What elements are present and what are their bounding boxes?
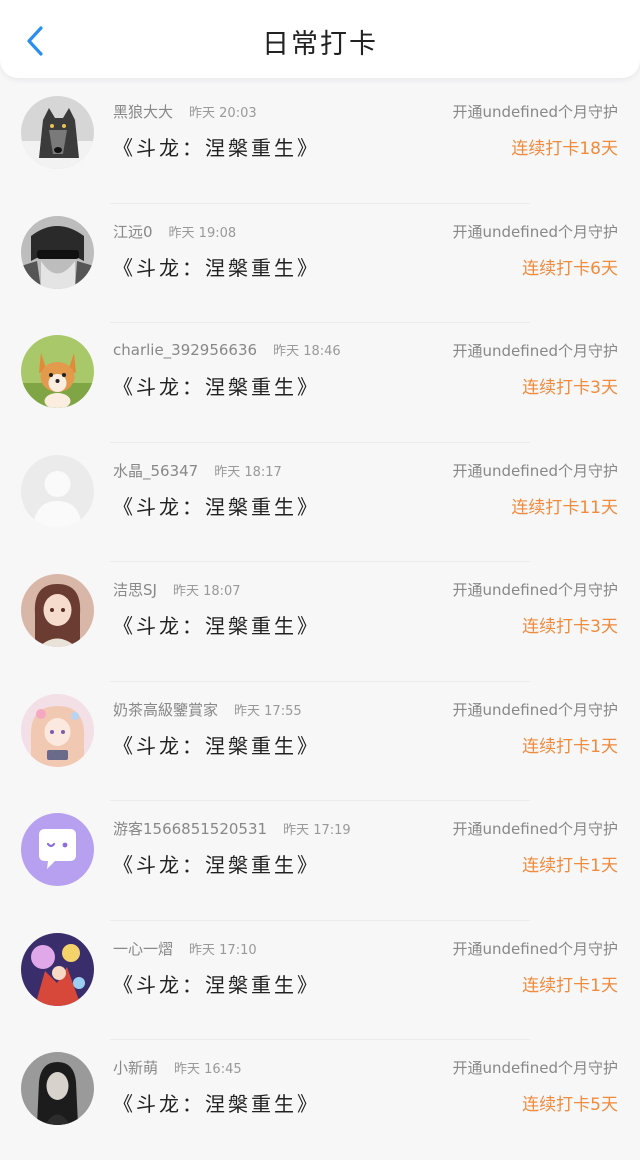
chat-bubble-avatar-icon bbox=[21, 813, 94, 886]
checkin-time: 昨天 18:17 bbox=[214, 464, 282, 480]
checkin-time: 昨天 20:03 bbox=[189, 106, 257, 121]
checkin-time: 昨天 17:55 bbox=[234, 703, 302, 719]
avatar[interactable] bbox=[21, 454, 94, 528]
list-item[interactable]: charlie_392956636 昨天 18:46 《斗龙：涅槃重生》 开通un… bbox=[0, 323, 640, 443]
dark-hair-avatar-icon bbox=[21, 1052, 94, 1125]
list-item[interactable]: 一心一熠 昨天 17:10 《斗龙：涅槃重生》 开通undefined个月守护 连… bbox=[0, 921, 640, 1040]
default-avatar-icon bbox=[21, 454, 94, 528]
guard-text: 开通undefined个月守护 bbox=[452, 1059, 618, 1077]
checkin-time: 昨天 18:46 bbox=[273, 344, 341, 359]
book-title[interactable]: 《斗龙：涅槃重生》 bbox=[113, 730, 320, 759]
avatar[interactable] bbox=[21, 96, 94, 169]
user-meta: 洁思SJ 昨天 18:07 bbox=[113, 579, 241, 600]
checkin-time: 昨天 18:07 bbox=[172, 584, 241, 599]
list-item[interactable]: 洁思SJ 昨天 18:07 《斗龙：涅槃重生》 开通undefined个月守护 连… bbox=[0, 562, 640, 682]
username[interactable]: 洁思SJ bbox=[113, 581, 157, 599]
corgi-avatar-icon bbox=[21, 335, 94, 408]
guard-text: 开通undefined个月守护 bbox=[452, 820, 618, 838]
checkin-time: 昨天 16:45 bbox=[174, 1062, 242, 1077]
user-meta: 江远0 昨天 19:08 bbox=[113, 221, 236, 242]
avatar[interactable] bbox=[21, 215, 94, 289]
guard-text: 开通undefined个月守护 bbox=[452, 581, 618, 599]
user-meta: charlie_392956636 昨天 18:46 bbox=[113, 340, 341, 359]
book-title[interactable]: 《斗龙：涅槃重生》 bbox=[113, 491, 320, 520]
avatar[interactable] bbox=[21, 335, 94, 408]
list-item[interactable]: 小新萌 昨天 16:45 《斗龙：涅槃重生》 开通undefined个月守护 连续… bbox=[0, 1040, 640, 1160]
pink-anime-avatar-icon bbox=[21, 693, 94, 767]
checkin-list: 黑狼大大 昨天 20:03 《斗龙：涅槃重生》 开通undefined个月守护 连… bbox=[0, 84, 640, 1160]
list-item[interactable]: 江远0 昨天 19:08 《斗龙：涅槃重生》 开通undefined个月守护 连续… bbox=[0, 204, 640, 323]
book-title[interactable]: 《斗龙：涅槃重生》 bbox=[113, 252, 320, 281]
avatar[interactable] bbox=[21, 693, 94, 767]
streak-text: 连续打卡11天 bbox=[511, 497, 618, 518]
book-title[interactable]: 《斗龙：涅槃重生》 bbox=[113, 371, 320, 400]
username[interactable]: 奶茶高級鑒賞家 bbox=[113, 701, 218, 719]
list-item[interactable]: 游客1566851520531 昨天 17:19 《斗龙：涅槃重生》 开通unde… bbox=[0, 801, 640, 921]
avatar[interactable] bbox=[21, 1052, 94, 1125]
guard-text: 开通undefined个月守护 bbox=[452, 461, 618, 480]
guard-text: 开通undefined个月守护 bbox=[452, 103, 618, 121]
username[interactable]: 江远0 bbox=[113, 223, 153, 241]
streak-text: 连续打卡3天 bbox=[522, 378, 618, 398]
wolf-avatar-icon bbox=[21, 96, 94, 169]
user-meta: 奶茶高級鑒賞家 昨天 17:55 bbox=[113, 699, 302, 720]
username[interactable]: 黑狼大大 bbox=[113, 103, 173, 121]
book-title[interactable]: 《斗龙：涅槃重生》 bbox=[113, 969, 320, 998]
guard-text: 开通undefined个月守护 bbox=[452, 939, 618, 958]
streak-text: 连续打卡3天 bbox=[522, 617, 618, 637]
checkin-time: 昨天 19:08 bbox=[168, 225, 237, 241]
username[interactable]: 一心一熠 bbox=[113, 940, 173, 958]
streak-text: 连续打卡6天 bbox=[522, 258, 618, 279]
checkin-time: 昨天 17:10 bbox=[189, 942, 257, 958]
avatar[interactable] bbox=[21, 813, 94, 886]
list-item[interactable]: 黑狼大大 昨天 20:03 《斗龙：涅槃重生》 开通undefined个月守护 连… bbox=[0, 84, 640, 204]
guard-text: 开通undefined个月守护 bbox=[452, 342, 618, 360]
avatar[interactable] bbox=[21, 932, 94, 1006]
book-title[interactable]: 《斗龙：涅槃重生》 bbox=[113, 132, 320, 161]
user-meta: 黑狼大大 昨天 20:03 bbox=[113, 101, 257, 122]
manga-avatar-icon bbox=[21, 215, 94, 289]
streak-text: 连续打卡18天 bbox=[511, 139, 618, 159]
book-title[interactable]: 《斗龙：涅槃重生》 bbox=[113, 610, 320, 639]
book-title[interactable]: 《斗龙：涅槃重生》 bbox=[113, 849, 320, 878]
book-title[interactable]: 《斗龙：涅槃重生》 bbox=[113, 1088, 320, 1117]
username[interactable]: 游客1566851520531 bbox=[113, 820, 267, 838]
anime-girl-avatar-icon bbox=[21, 574, 94, 647]
user-meta: 小新萌 昨天 16:45 bbox=[113, 1057, 242, 1078]
list-item[interactable]: 水晶_56347 昨天 18:17 《斗龙：涅槃重生》 开通undefined个月… bbox=[0, 443, 640, 562]
username[interactable]: charlie_392956636 bbox=[113, 341, 257, 359]
streak-text: 连续打卡5天 bbox=[522, 1095, 618, 1115]
colorful-art-avatar-icon bbox=[21, 932, 94, 1006]
username[interactable]: 水晶_56347 bbox=[113, 462, 198, 480]
streak-text: 连续打卡1天 bbox=[522, 736, 618, 757]
user-meta: 水晶_56347 昨天 18:17 bbox=[113, 460, 282, 481]
guard-text: 开通undefined个月守护 bbox=[452, 222, 618, 241]
user-meta: 一心一熠 昨天 17:10 bbox=[113, 938, 257, 959]
list-item[interactable]: 奶茶高級鑒賞家 昨天 17:55 《斗龙：涅槃重生》 开通undefined个月守… bbox=[0, 682, 640, 801]
streak-text: 连续打卡1天 bbox=[522, 975, 618, 996]
checkin-time: 昨天 17:19 bbox=[283, 823, 351, 838]
guard-text: 开通undefined个月守护 bbox=[452, 700, 618, 719]
header-bar: 日常打卡 bbox=[0, 0, 640, 78]
user-meta: 游客1566851520531 昨天 17:19 bbox=[113, 818, 351, 839]
page-title: 日常打卡 bbox=[262, 29, 378, 60]
streak-text: 连续打卡1天 bbox=[522, 856, 618, 876]
avatar[interactable] bbox=[21, 574, 94, 647]
username[interactable]: 小新萌 bbox=[113, 1059, 158, 1077]
